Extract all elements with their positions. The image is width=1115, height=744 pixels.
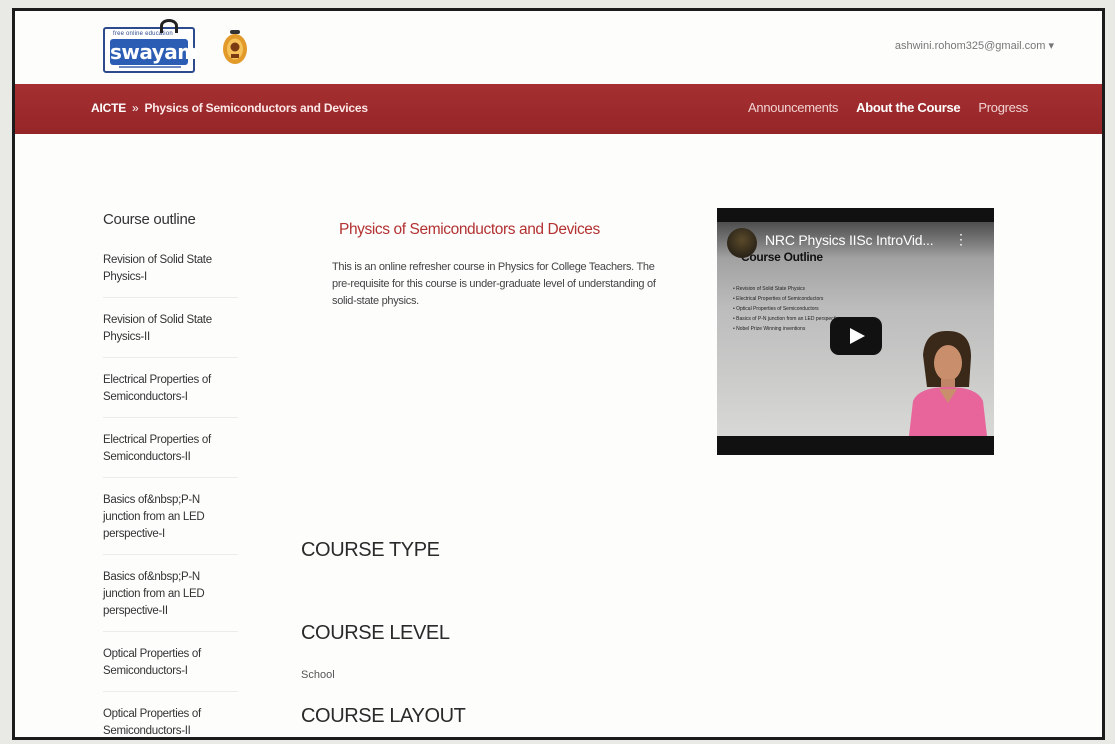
channel-avatar[interactable] [727,228,757,258]
course-description: This is an online refresher course in Ph… [332,261,656,307]
presenter-image [909,330,987,436]
video-frame: Course Outline • Revision of Solid State… [717,222,994,436]
breadcrumb-course[interactable]: Physics of Semiconductors and Devices [145,101,369,115]
outline-item[interactable]: Electrical Properties of Semiconductors-… [103,432,238,478]
slide-bullet: • Nobel Prize Winning inventions [733,326,806,332]
swayam-wordmark: swayam [110,39,198,65]
swayam-swoosh-icon [160,19,178,33]
outline-item[interactable]: Electrical Properties of Semiconductors-… [103,372,238,418]
course-outline-sidebar: Course outline Revision of Solid State P… [103,211,253,737]
slide-bullet: • Electrical Properties of Semiconductor… [733,296,824,302]
course-layout-heading: COURSE LAYOUT [301,705,466,727]
course-nav-links: Announcements About the Course Progress [748,100,1028,115]
outline-item[interactable]: Optical Properties of Semiconductors-I [103,646,238,692]
nav-about-the-course[interactable]: About the Course [856,100,961,115]
play-button[interactable] [830,317,882,355]
nav-progress[interactable]: Progress [978,100,1028,115]
breadcrumb-org[interactable]: AICTE [91,101,126,115]
top-header: free online education swayam ashwini.roh… [15,11,1102,86]
outline-item[interactable]: Revision of Solid State Physics-II [103,312,238,358]
course-outline-heading: Course outline [103,211,196,228]
breadcrumb: AICTE » Physics of Semiconductors and Devi… [91,101,368,115]
outline-item[interactable]: Basics of&nbsp;P-N junction from an LED … [103,492,238,555]
course-navbar: AICTE » Physics of Semiconductors and Devi… [15,84,1102,134]
more-options-icon[interactable]: ⋮ [954,231,968,248]
slide-bullets: • Revision of Solid State Physics • Elec… [733,284,841,334]
slide-bullet: • Basics of P-N junction from an LED per… [733,316,842,322]
nav-announcements[interactable]: Announcements [748,100,838,115]
outline-item[interactable]: Basics of&nbsp;P-N junction from an LED … [103,569,238,632]
user-account-menu[interactable]: ashwini.rohom325@gmail.com ▾ [895,39,1054,52]
breadcrumb-separator: » [132,101,139,115]
course-type-heading: COURSE TYPE [301,539,440,561]
swayam-underline [119,66,181,68]
outline-item[interactable]: Revision of Solid State Physics-I [103,252,238,298]
course-title: Physics of Semiconductors and Devices [339,221,600,238]
slide-bullet: • Optical Properties of Semiconductors [733,306,819,312]
video-title[interactable]: NRC Physics IISc IntroVid... [765,232,934,248]
slide-bullet: • Revision of Solid State Physics [733,286,806,292]
swayam-logo[interactable]: free online education swayam [103,19,198,73]
browser-frame: free online education swayam ashwini.roh… [12,8,1105,740]
aicte-emblem-icon[interactable] [220,28,250,66]
course-level-value: School [301,669,335,681]
outline-item[interactable]: Optical Properties of Semiconductors-II [103,706,238,737]
intro-video-player[interactable]: Course Outline • Revision of Solid State… [717,208,994,455]
course-level-heading: COURSE LEVEL [301,622,450,644]
course-outline-list: Revision of Solid State Physics-I Revisi… [103,252,253,737]
